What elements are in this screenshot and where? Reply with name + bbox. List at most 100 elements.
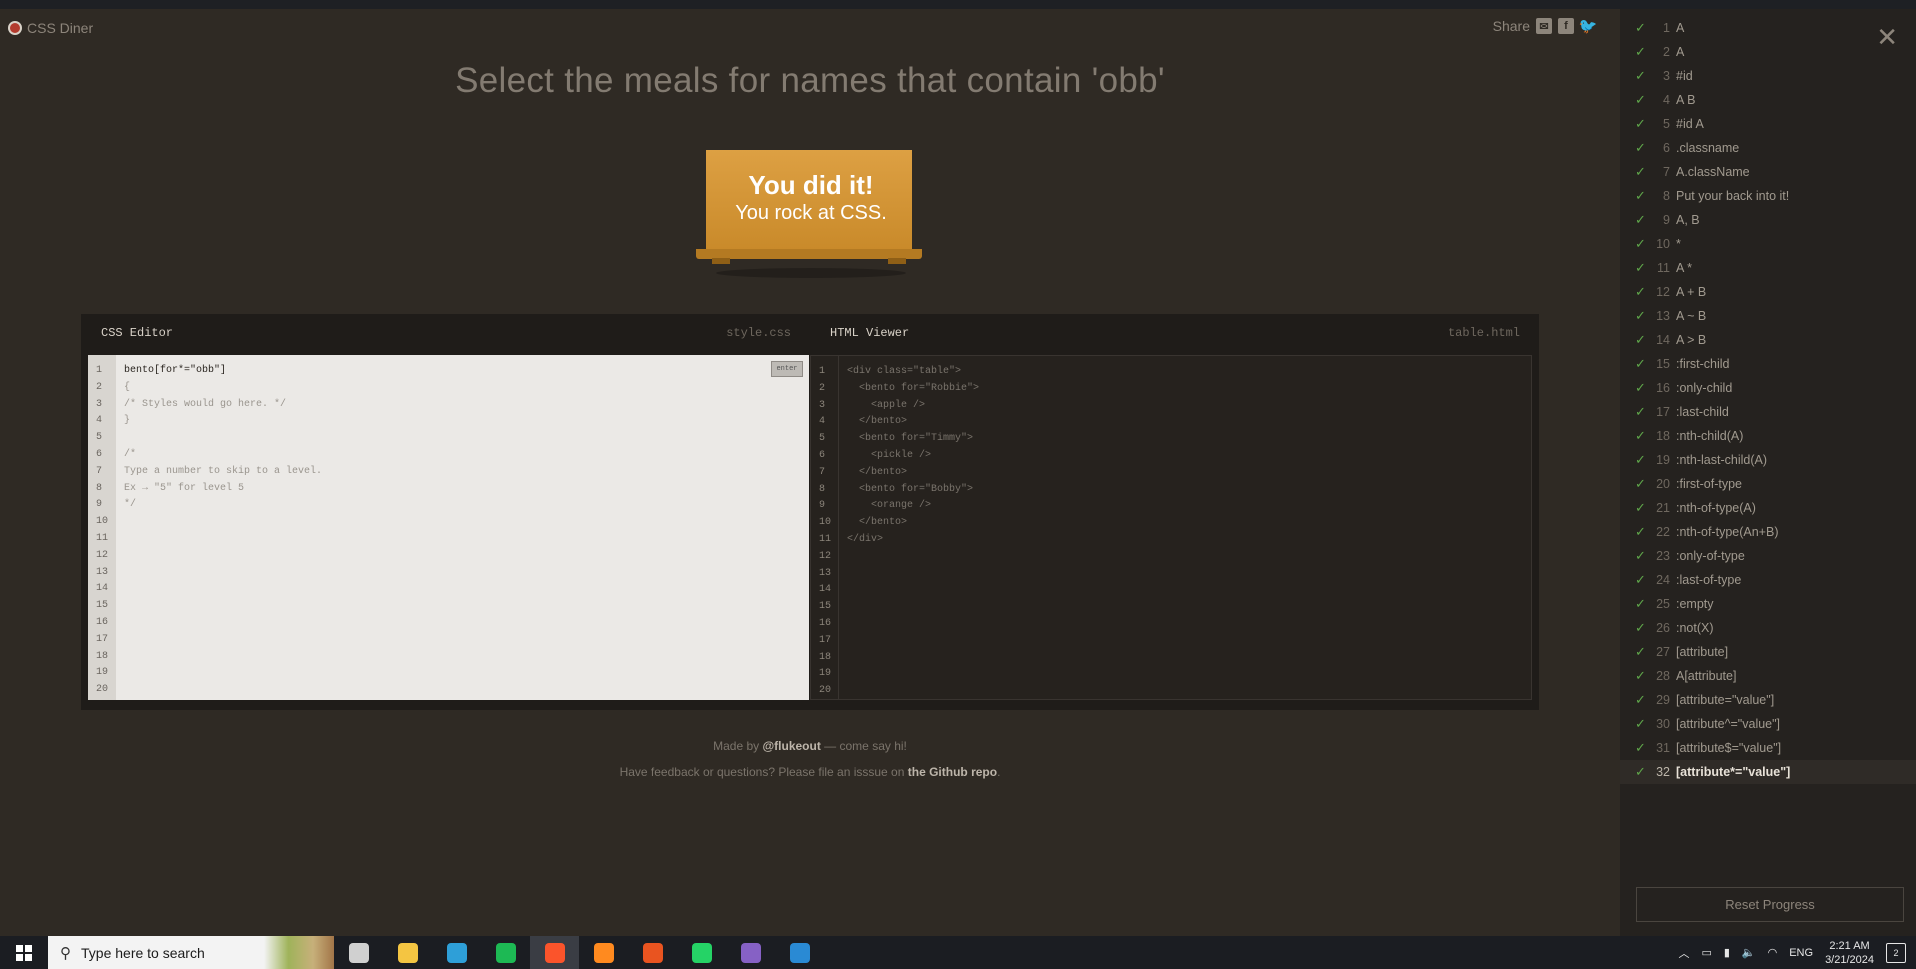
css-input-area[interactable]: 1 2 3 4 5 6 7 8 9 10 11 12 13 14 15 16 17 18 19 20 bento[fo… xyxy=(88,355,809,700)
reset-progress-button[interactable]: Reset Progress xyxy=(1636,887,1904,922)
checkmark-icon: ✓ xyxy=(1635,500,1646,515)
level-item[interactable]: ✓ 26:not(X) xyxy=(1620,616,1916,640)
enter-button[interactable]: enter xyxy=(771,361,803,377)
language-indicator[interactable]: ENG xyxy=(1789,947,1813,959)
wifi-icon[interactable]: ◠ xyxy=(1768,946,1778,959)
start-button[interactable] xyxy=(0,936,48,969)
checkmark-icon: ✓ xyxy=(1635,644,1646,659)
checkmark-icon: ✓ xyxy=(1635,164,1646,179)
battery-icon[interactable]: ▮ xyxy=(1724,946,1730,959)
level-item[interactable]: ✓ 4 A B xyxy=(1620,88,1916,112)
level-item[interactable]: ✓ 5 #id A xyxy=(1620,112,1916,136)
level-item[interactable]: ✓ 28 A[attribute] xyxy=(1620,664,1916,688)
github-link[interactable]: the Github repo xyxy=(908,765,997,779)
level-item[interactable]: ✓ 29 [attribute="value"] xyxy=(1620,688,1916,712)
line-number: 10 xyxy=(819,517,832,529)
line-number: 19 xyxy=(96,667,109,679)
level-item[interactable]: ✓ 10 * xyxy=(1620,232,1916,256)
credits: Made by @flukeout — come say hi! xyxy=(713,739,907,753)
level-item[interactable]: ✓ 6 .classname xyxy=(1620,136,1916,160)
app-title: CSS Diner xyxy=(27,20,94,36)
firefox-icon[interactable] xyxy=(579,936,628,969)
level-item[interactable]: ✓ 13 A ~ B xyxy=(1620,304,1916,328)
line-number: 15 xyxy=(819,601,832,613)
author-link[interactable]: @flukeout xyxy=(762,739,820,753)
taskbar-search[interactable]: ⚲ Type here to search xyxy=(48,936,334,969)
line-number: 6 xyxy=(96,448,103,460)
code-line: */ xyxy=(124,499,137,511)
whatsapp-icon[interactable] xyxy=(677,936,726,969)
network-icon[interactable]: ▭ xyxy=(1701,946,1711,959)
level-item[interactable]: ✓ 7 A.className xyxy=(1620,160,1916,184)
level-item[interactable]: ✓ 32 [attribute*="value"] xyxy=(1620,760,1916,784)
level-item[interactable]: ✓ 12 A + B xyxy=(1620,280,1916,304)
brave-icon[interactable] xyxy=(530,936,579,969)
level-name: #id xyxy=(1676,69,1693,83)
code-line: Type a number to skip to a level. xyxy=(124,465,323,477)
visual-studio-icon[interactable] xyxy=(726,936,775,969)
checkmark-icon: ✓ xyxy=(1635,44,1646,59)
edge-icon[interactable] xyxy=(432,936,481,969)
level-sidebar: ✕ ✓ 1 A ✓ 2 A ✓ 3 #id ✓ 4 A B ✓ 5 #id A ✓ 6 .classname ✓ 7 A… xyxy=(1620,9,1916,936)
file-explorer-icon[interactable] xyxy=(383,936,432,969)
ubuntu-icon[interactable] xyxy=(628,936,677,969)
level-item[interactable]: ✓ 14 A > B xyxy=(1620,328,1916,352)
code-line: <bento for="Robbie"> xyxy=(847,382,980,394)
line-number: 18 xyxy=(96,650,109,662)
level-item[interactable]: ✓ 22:nth-of-type(An+B) xyxy=(1620,520,1916,544)
level-item[interactable]: ✓ 17:last-child xyxy=(1620,400,1916,424)
level-item[interactable]: ✓ 21:nth-of-type(A) xyxy=(1620,496,1916,520)
checkmark-icon: ✓ xyxy=(1635,380,1646,395)
css-code[interactable]: bento[for*="obb"] {/* Styles would go her… xyxy=(116,363,809,699)
level-number: 31 xyxy=(1656,741,1670,755)
vscode-icon[interactable] xyxy=(775,936,824,969)
level-number: 25 xyxy=(1656,597,1670,611)
level-item[interactable]: ✓ 18:nth-child(A) xyxy=(1620,424,1916,448)
notification-icon[interactable]: 2 xyxy=(1886,942,1906,963)
level-name: A[attribute] xyxy=(1676,669,1737,683)
level-item[interactable]: ✓ 16:only-child xyxy=(1620,376,1916,400)
level-item[interactable]: ✓ 8 Put your back into it! xyxy=(1620,184,1916,208)
level-item[interactable]: ✓ 25:empty xyxy=(1620,592,1916,616)
level-item[interactable]: ✓ 15:first-child xyxy=(1620,352,1916,376)
level-item[interactable]: ✓ 23:only-of-type xyxy=(1620,544,1916,568)
level-item[interactable]: ✓ 20:first-of-type xyxy=(1620,472,1916,496)
task-view-icon[interactable] xyxy=(334,936,383,969)
checkmark-icon: ✓ xyxy=(1635,212,1646,227)
level-item[interactable]: ✓ 3 #id xyxy=(1620,64,1916,88)
level-item[interactable]: ✓ 11 A * xyxy=(1620,256,1916,280)
level-item[interactable]: ✓ 24:last-of-type xyxy=(1620,568,1916,592)
clock[interactable]: 2:21 AM 3/21/2024 xyxy=(1825,939,1874,967)
level-item[interactable]: ✓ 9 A, B xyxy=(1620,208,1916,232)
level-item[interactable]: ✓ 2 A xyxy=(1620,40,1916,64)
mail-icon[interactable]: ✉ xyxy=(1536,18,1552,34)
chevron-up-icon[interactable]: ︿ xyxy=(1678,945,1689,961)
twitter-icon[interactable]: 🐦 xyxy=(1579,18,1598,35)
level-number: 15 xyxy=(1656,357,1670,371)
line-number: 8 xyxy=(819,483,826,495)
level-name: :empty xyxy=(1676,597,1714,611)
code-line: <bento for="Timmy"> xyxy=(847,433,974,445)
line-number: 12 xyxy=(96,549,109,561)
taskbar-apps xyxy=(334,936,824,969)
level-item[interactable]: ✓ 27 [attribute] xyxy=(1620,640,1916,664)
line-number: 16 xyxy=(819,617,832,629)
level-name: [attribute="value"] xyxy=(1676,693,1775,707)
volume-icon[interactable]: 🔈 xyxy=(1742,946,1756,959)
facebook-icon[interactable]: f xyxy=(1558,18,1574,34)
spotify-icon[interactable] xyxy=(481,936,530,969)
level-name: A ~ B xyxy=(1676,309,1707,323)
html-line-numbers: 1 2 3 4 5 6 7 8 9 10 11 12 13 14 15 16 17 18 19 20 xyxy=(811,356,839,699)
level-item[interactable]: ✓ 19:nth-last-child(A) xyxy=(1620,448,1916,472)
level-item[interactable]: ✓ 1 A xyxy=(1620,16,1916,40)
code-line: { xyxy=(124,381,131,393)
level-item[interactable]: ✓ 31 [attribute$="value"] xyxy=(1620,736,1916,760)
level-number: 1 xyxy=(1663,21,1670,35)
level-item[interactable]: ✓ 30 [attribute^="value"] xyxy=(1620,712,1916,736)
app-logo[interactable]: CSS Diner xyxy=(8,20,93,36)
